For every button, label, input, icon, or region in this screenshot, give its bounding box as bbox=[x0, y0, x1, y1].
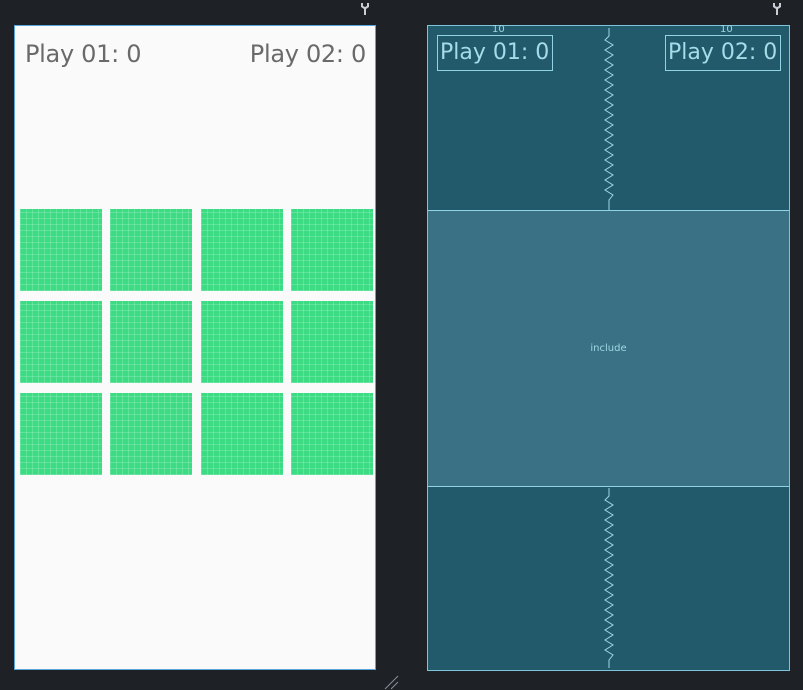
player2-score-label: Play 02: 0 bbox=[249, 40, 367, 68]
constraint-spring-icon bbox=[604, 488, 614, 668]
constraint-spring-icon bbox=[604, 28, 614, 210]
blueprint-player1-score[interactable]: Play 01: 0 bbox=[437, 35, 553, 71]
card-tile[interactable] bbox=[20, 393, 102, 475]
include-label: include bbox=[590, 343, 627, 354]
card-tile[interactable] bbox=[20, 301, 102, 383]
card-tile[interactable] bbox=[201, 209, 283, 291]
wrench-icon[interactable] bbox=[771, 2, 783, 16]
card-tile[interactable] bbox=[110, 209, 192, 291]
card-tile[interactable] bbox=[201, 301, 283, 383]
include-block[interactable]: include bbox=[428, 210, 789, 487]
card-tile[interactable] bbox=[110, 393, 192, 475]
resize-handle-icon[interactable] bbox=[383, 674, 399, 690]
player1-score-label: Play 01: 0 bbox=[25, 40, 142, 68]
margin-marker: 10 bbox=[720, 24, 733, 35]
wrench-icon[interactable] bbox=[359, 2, 371, 16]
card-tile[interactable] bbox=[110, 301, 192, 383]
card-tile[interactable] bbox=[291, 301, 373, 383]
design-preview[interactable]: Play 01: 0 Play 02: 0 bbox=[14, 25, 376, 670]
blueprint-preview[interactable]: Play 01: 0 Play 02: 0 10 10 include bbox=[427, 24, 790, 671]
blueprint-player2-score[interactable]: Play 02: 0 bbox=[665, 35, 781, 71]
card-tile[interactable] bbox=[291, 209, 373, 291]
card-tile[interactable] bbox=[291, 393, 373, 475]
margin-marker: 10 bbox=[492, 24, 505, 35]
card-tile[interactable] bbox=[20, 209, 102, 291]
card-tile[interactable] bbox=[201, 393, 283, 475]
